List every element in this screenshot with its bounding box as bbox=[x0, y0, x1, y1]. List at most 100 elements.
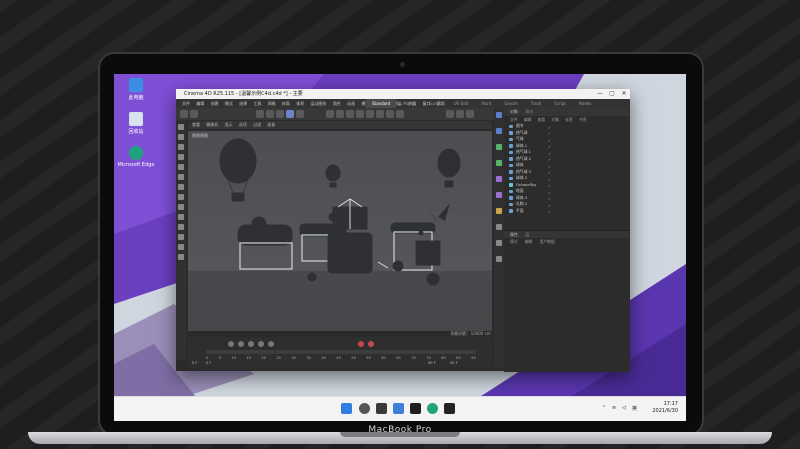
auto-keyframe-icon[interactable] bbox=[368, 341, 374, 347]
tab-nodes[interactable]: Nodes bbox=[573, 99, 598, 108]
edges-mode-icon[interactable] bbox=[276, 110, 284, 118]
extrude-tool-icon[interactable] bbox=[178, 184, 184, 190]
spline-icon[interactable] bbox=[496, 128, 502, 134]
timeline-track[interactable] bbox=[206, 350, 476, 354]
om-menu-tags[interactable]: 标签 bbox=[565, 117, 573, 122]
bevel-tool-icon[interactable] bbox=[178, 194, 184, 200]
tab-sculpt[interactable]: Sculpt bbox=[422, 99, 447, 108]
play-icon[interactable] bbox=[248, 341, 254, 347]
menu-volume[interactable]: 体积 bbox=[296, 101, 304, 106]
snap-icon[interactable] bbox=[178, 234, 184, 240]
knife-tool-icon[interactable] bbox=[178, 174, 184, 180]
input-language[interactable]: 英 bbox=[632, 405, 637, 412]
axis-mode-icon[interactable] bbox=[296, 110, 304, 118]
paint-tool-icon[interactable] bbox=[178, 254, 184, 260]
tag-icon[interactable] bbox=[496, 256, 502, 262]
light-object-icon[interactable] bbox=[496, 240, 502, 246]
object-row[interactable]: 平面 ✓ bbox=[504, 208, 630, 216]
generator-icon[interactable] bbox=[496, 144, 502, 150]
desktop-icon-this-pc[interactable]: 此电脑 bbox=[116, 78, 156, 101]
record-keyframe-icon[interactable] bbox=[358, 341, 364, 347]
chevron-up-icon[interactable]: ⌃ bbox=[602, 405, 606, 411]
cube-object-icon[interactable] bbox=[496, 112, 502, 118]
brush-tool-icon[interactable] bbox=[178, 224, 184, 230]
desktop-icon-recycle-bin[interactable]: 回收站 bbox=[116, 112, 156, 135]
tab-uv-edit[interactable]: UV Edit bbox=[448, 99, 475, 108]
om-menu-bookmarks[interactable]: 书签 bbox=[579, 117, 587, 122]
task-view-icon[interactable] bbox=[376, 403, 387, 414]
om-menu-file[interactable]: 文件 bbox=[510, 117, 518, 122]
attr-menu-edit[interactable]: 编辑 bbox=[525, 239, 533, 244]
menu-animate[interactable]: 动画 bbox=[347, 101, 355, 106]
tab-track[interactable]: Track bbox=[525, 99, 547, 108]
edge-taskbar-icon[interactable] bbox=[427, 403, 438, 414]
render-picture-viewer-icon[interactable] bbox=[456, 110, 464, 118]
search-icon[interactable] bbox=[359, 403, 370, 414]
subdivision-icon[interactable] bbox=[346, 110, 354, 118]
viewport-menu-display[interactable]: 显示 bbox=[225, 122, 233, 127]
tab-objects[interactable]: 对象 bbox=[510, 109, 518, 114]
minimize-button[interactable]: — bbox=[594, 89, 606, 99]
viewport-menu-options[interactable]: 选项 bbox=[239, 122, 247, 127]
next-frame-icon[interactable] bbox=[258, 341, 264, 347]
deformer-icon[interactable] bbox=[366, 110, 374, 118]
visibility-toggle[interactable]: ✓ bbox=[548, 209, 551, 216]
timeline-max-field[interactable]: 90 F bbox=[450, 361, 458, 365]
cube-icon[interactable] bbox=[326, 110, 334, 118]
menu-create[interactable]: 创建 bbox=[211, 101, 219, 106]
cloner-object-icon[interactable] bbox=[496, 160, 502, 166]
menu-tools[interactable]: 工具 bbox=[253, 101, 261, 106]
live-selection-icon[interactable] bbox=[178, 164, 184, 170]
menu-mesh[interactable]: 网格 bbox=[268, 101, 276, 106]
desktop-icon-edge[interactable]: Microsoft Edge bbox=[116, 146, 156, 168]
menu-character[interactable]: 角色 bbox=[333, 101, 341, 106]
camera-object-icon[interactable] bbox=[496, 224, 502, 230]
viewport-menu-view[interactable]: 查看 bbox=[192, 122, 200, 127]
tab-layers[interactable]: 层 bbox=[525, 232, 529, 237]
viewport-menu-cameras[interactable]: 摄像机 bbox=[206, 122, 218, 127]
light-icon[interactable] bbox=[396, 110, 404, 118]
om-menu-view[interactable]: 查看 bbox=[538, 117, 546, 122]
widgets-icon[interactable] bbox=[393, 403, 404, 414]
undo-icon[interactable] bbox=[180, 110, 188, 118]
timeline-start-field[interactable]: 0 F bbox=[192, 361, 198, 365]
bridge-tool-icon[interactable] bbox=[178, 204, 184, 210]
timeline-end-field[interactable]: 90 F bbox=[428, 361, 436, 365]
go-to-start-icon[interactable] bbox=[228, 341, 234, 347]
previous-frame-icon[interactable] bbox=[238, 341, 244, 347]
rotate-tool-icon[interactable] bbox=[178, 144, 184, 150]
workplane-icon[interactable] bbox=[178, 244, 184, 250]
tab-attributes[interactable]: 属性 bbox=[510, 232, 518, 237]
window-titlebar[interactable]: Cinema 4D R25.115 - [温馨示例C4d.c4d *] - 主要… bbox=[176, 89, 630, 99]
menu-file[interactable]: 文件 bbox=[182, 101, 190, 106]
om-menu-object[interactable]: 对象 bbox=[551, 117, 559, 122]
menu-select[interactable]: 选择 bbox=[239, 101, 247, 106]
maximize-button[interactable]: ▢ bbox=[606, 89, 618, 99]
menu-mograph[interactable]: 运动图形 bbox=[311, 101, 327, 106]
tab-paint[interactable]: Paint bbox=[475, 99, 497, 108]
render-view-icon[interactable] bbox=[446, 110, 454, 118]
pen-icon[interactable] bbox=[336, 110, 344, 118]
om-menu-edit[interactable]: 编辑 bbox=[524, 117, 532, 122]
tab-model[interactable]: Model bbox=[397, 99, 421, 108]
menu-mode[interactable]: 模式 bbox=[225, 101, 233, 106]
menu-edit[interactable]: 编辑 bbox=[196, 101, 204, 106]
go-to-end-icon[interactable] bbox=[268, 341, 274, 347]
menu-spline[interactable]: 样条 bbox=[282, 101, 290, 106]
wifi-icon[interactable]: ≋ bbox=[612, 405, 616, 411]
points-mode-icon[interactable] bbox=[266, 110, 274, 118]
scale-tool-icon[interactable] bbox=[178, 134, 184, 140]
store-icon[interactable] bbox=[444, 403, 455, 414]
close-button[interactable]: ✕ bbox=[618, 89, 630, 99]
viewport-menu-filter[interactable]: 过滤 bbox=[253, 122, 261, 127]
tab-standard[interactable]: Standard bbox=[366, 99, 397, 108]
viewport-menu-panel[interactable]: 面板 bbox=[267, 122, 275, 127]
tab-script[interactable]: Script bbox=[548, 99, 572, 108]
render-settings-icon[interactable] bbox=[466, 110, 474, 118]
move-tool-icon[interactable] bbox=[178, 124, 184, 130]
tab-takes[interactable]: 场次 bbox=[525, 109, 533, 114]
magnet-tool-icon[interactable] bbox=[178, 214, 184, 220]
select-tool-icon[interactable] bbox=[178, 154, 184, 160]
floor-icon[interactable] bbox=[376, 110, 384, 118]
cinema4d-taskbar-icon[interactable] bbox=[410, 403, 421, 414]
